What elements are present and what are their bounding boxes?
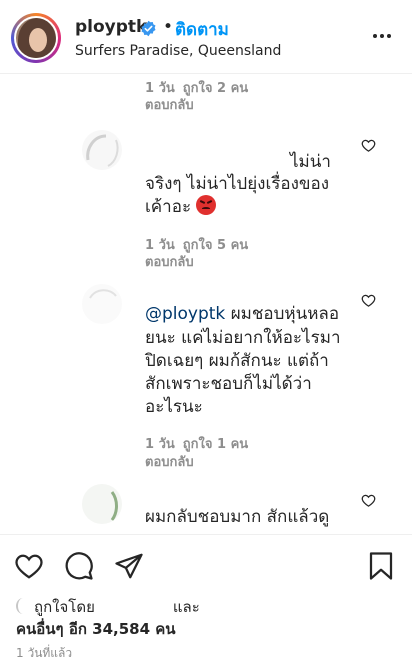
post-actions: ถูกใจโดย และ คนอื่นๆ อีก 34,584 คน 1 วันท…	[0, 534, 412, 661]
comment-text: ผมชอบหุ่นหลอ	[230, 304, 340, 324]
liked-by-line: ถูกใจโดย และ	[16, 595, 200, 619]
username-link[interactable]: ployptk	[75, 17, 147, 37]
avatar-image	[14, 16, 58, 60]
header-separator: •	[163, 17, 174, 37]
heart-icon[interactable]	[14, 551, 44, 581]
comment-avatar[interactable]	[82, 130, 122, 170]
comment-time: 1 วัน	[145, 437, 175, 452]
location-link[interactable]: Surfers Paradise, Queensland	[75, 43, 281, 59]
comment-avatar[interactable]	[82, 284, 122, 324]
reply-button[interactable]: ตอบกลับ	[145, 451, 194, 472]
post-header: ployptk • ติดตาม Surfers Paradise, Queen…	[0, 0, 412, 74]
angry-face-icon	[196, 195, 217, 215]
verified-badge-icon	[141, 20, 156, 37]
comment-like-heart-icon[interactable]	[361, 138, 376, 153]
profile-avatar[interactable]	[11, 13, 61, 63]
comment-text-line: ผมกลับชอบมาก สักแล้วดู	[145, 507, 330, 527]
comment-text-line: เค้าอะ	[145, 194, 217, 220]
comment-icon[interactable]	[64, 551, 94, 581]
comment-text-line: อะไรนะ	[145, 397, 203, 417]
comment-text: เค้าอะ	[145, 197, 192, 217]
post-time[interactable]: 1 วันที่แล้ว	[16, 644, 72, 661]
bookmark-icon[interactable]	[366, 551, 396, 581]
share-icon[interactable]	[114, 551, 144, 581]
liked-by-suffix: และ	[172, 598, 200, 616]
comments-list[interactable]: 1 วัน ถูกใจ 2 คน ตอบกลับ ไม่น่า จริงๆ ไม่…	[0, 74, 412, 534]
more-options-icon[interactable]	[370, 24, 394, 48]
comment-likes[interactable]: ถูกใจ 1 คน	[183, 437, 248, 452]
reply-button[interactable]: ตอบกลับ	[145, 94, 194, 115]
comment-text-line: @ployptk ผมชอบหุ่นหลอ	[145, 301, 339, 327]
comment-like-heart-icon[interactable]	[361, 293, 376, 308]
mention-link[interactable]: @ployptk	[145, 304, 225, 324]
comment-avatar[interactable]	[82, 484, 122, 524]
follow-button[interactable]: ติดตาม	[175, 16, 229, 43]
others-count-link[interactable]: คนอื่นๆ อีก 34,584 คน	[16, 617, 176, 641]
comment-like-heart-icon[interactable]	[361, 493, 376, 508]
reply-button[interactable]: ตอบกลับ	[145, 251, 194, 272]
liked-by-prefix: ถูกใจโดย	[34, 598, 95, 616]
liker-avatar[interactable]	[16, 598, 30, 614]
